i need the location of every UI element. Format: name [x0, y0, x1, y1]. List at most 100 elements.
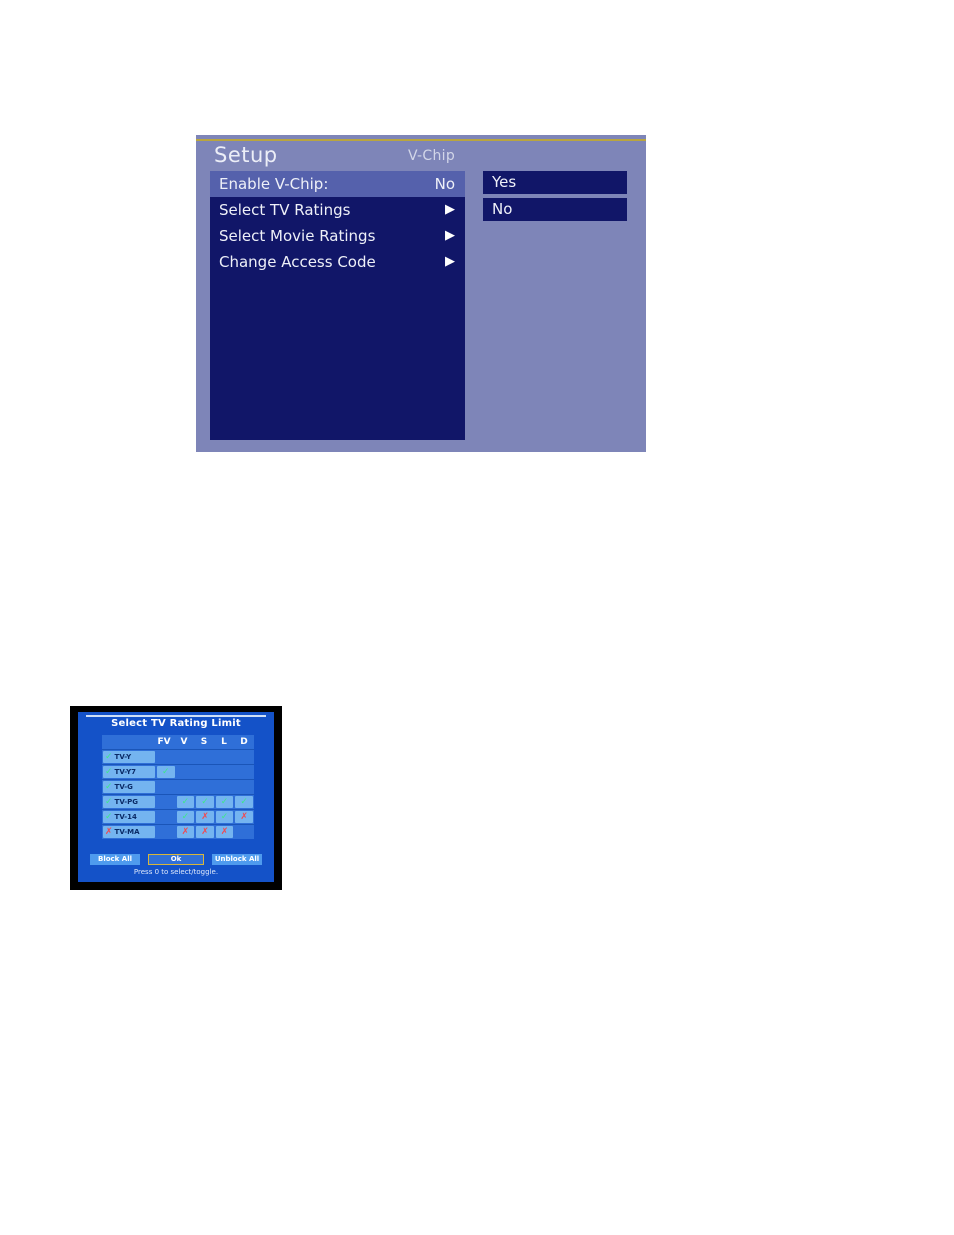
rating-row[interactable]: ✗ TV-MA ✗ ✗ ✗ — [102, 824, 254, 839]
x-icon: ✗ — [201, 812, 209, 822]
x-icon: ✗ — [240, 812, 248, 822]
column-header-s: S — [200, 737, 208, 747]
rating-cell[interactable] — [216, 751, 234, 763]
check-icon: ✓ — [181, 797, 190, 807]
rating-cell[interactable]: ✗ — [235, 811, 253, 823]
block-all-button[interactable]: Block All — [90, 854, 140, 865]
option-no[interactable]: No — [483, 198, 627, 221]
menu-item-value: No — [434, 175, 455, 193]
check-icon: ✓ — [201, 797, 209, 807]
check-icon: ✓ — [105, 767, 113, 777]
rating-row-label: ✗ TV-MA — [103, 826, 155, 838]
rating-row[interactable]: ✓ TV-PG ✓ ✓ ✓ ✓ — [102, 794, 254, 809]
rating-cell[interactable] — [157, 751, 175, 763]
column-header-l: L — [221, 737, 227, 747]
check-icon: ✓ — [105, 782, 113, 792]
rating-cell[interactable] — [196, 751, 214, 763]
check-icon: ✓ — [105, 752, 113, 762]
rating-label-text: TV-Y — [114, 753, 132, 761]
rating-cell[interactable] — [196, 766, 214, 778]
menu-item-label: Change Access Code — [219, 253, 376, 271]
rating-cell[interactable] — [157, 826, 175, 838]
rating-cell[interactable] — [157, 796, 175, 808]
check-icon: ✓ — [240, 797, 248, 807]
rating-screen-title: Select TV Rating Limit — [111, 718, 241, 729]
rating-cell[interactable] — [235, 766, 253, 778]
column-header-d: D — [240, 737, 248, 747]
rating-cell[interactable]: ✓ — [157, 766, 175, 778]
menu-item-label: Enable V-Chip: — [219, 175, 329, 193]
chevron-right-icon: ▶ — [445, 202, 455, 217]
rating-cell[interactable] — [216, 781, 234, 793]
rating-cell[interactable] — [177, 766, 195, 778]
rating-grid: FV V S L D ✓ TV-Y ✓ TV-Y7 ✓ ✓ TV-G ✓ TV-PG ✓ ✓ ✓ ✓ ✓ T… — [102, 735, 254, 839]
menu-item-select-movie-ratings[interactable]: Select Movie Ratings ▶ — [210, 223, 465, 249]
menu-item-label: Select Movie Ratings — [219, 227, 376, 245]
rating-cell[interactable] — [157, 811, 175, 823]
check-icon: ✓ — [220, 812, 229, 822]
rating-label-text: TV-14 — [114, 813, 137, 821]
rating-label-text: TV-MA — [114, 828, 140, 836]
unblock-all-button[interactable]: Unblock All — [212, 854, 262, 865]
rating-row[interactable]: ✓ TV-Y7 ✓ — [102, 764, 254, 779]
tv-rating-limit-photo: Select TV Rating Limit FV V S L D ✓ TV-Y ✓… — [70, 706, 282, 890]
x-icon: ✗ — [105, 827, 113, 837]
rating-grid-header: FV V S L D — [102, 735, 254, 749]
x-icon: ✗ — [220, 827, 229, 837]
rating-row[interactable]: ✓ TV-G — [102, 779, 254, 794]
rating-cell[interactable] — [235, 751, 253, 763]
screen-top-rule — [86, 715, 266, 717]
rating-cell[interactable] — [177, 781, 195, 793]
rating-cell[interactable]: ✓ — [215, 811, 234, 823]
setup-menu-list: Enable V-Chip: No Select TV Ratings ▶ Se… — [210, 171, 465, 440]
enable-vchip-option-list: Yes No — [483, 171, 627, 225]
rating-cell[interactable]: ✓ — [196, 796, 214, 808]
x-icon: ✗ — [181, 827, 190, 837]
check-icon: ✓ — [105, 797, 113, 807]
check-icon: ✓ — [181, 812, 190, 822]
rating-cell[interactable] — [235, 826, 253, 838]
chevron-right-icon: ▶ — [445, 228, 455, 243]
menu-item-change-access-code[interactable]: Change Access Code ▶ — [210, 249, 465, 275]
rating-row-label: ✓ TV-14 — [103, 811, 155, 823]
check-icon: ✓ — [162, 767, 170, 777]
rating-label-text: TV-G — [114, 783, 133, 791]
rating-row-label: ✓ TV-Y — [103, 751, 155, 763]
rating-cell[interactable] — [196, 781, 214, 793]
grid-corner-spacer — [102, 735, 154, 749]
rating-row-label: ✓ TV-PG — [103, 796, 155, 808]
rating-screen-hint: Press 0 to select/toggle. — [133, 868, 219, 876]
rating-row[interactable]: ✓ TV-14 ✓ ✗ ✓ ✗ — [102, 809, 254, 824]
rating-label-text: TV-PG — [114, 798, 139, 806]
check-icon: ✓ — [105, 812, 113, 822]
page-title: Setup — [214, 143, 278, 167]
rating-cell[interactable] — [216, 766, 234, 778]
x-icon: ✗ — [201, 827, 209, 837]
rating-cell[interactable]: ✗ — [215, 826, 234, 838]
rating-cell[interactable]: ✓ — [176, 811, 195, 823]
page-subtitle: V-Chip — [408, 148, 456, 164]
rating-row[interactable]: ✓ TV-Y — [102, 749, 254, 764]
rating-cell[interactable]: ✓ — [235, 796, 253, 808]
rating-cell[interactable] — [235, 781, 253, 793]
rating-label-text: TV-Y7 — [114, 768, 137, 776]
panel-title-bar: Setup V-Chip — [196, 143, 646, 173]
menu-item-enable-vchip[interactable]: Enable V-Chip: No — [210, 171, 465, 197]
rating-cell[interactable] — [177, 751, 195, 763]
menu-item-select-tv-ratings[interactable]: Select TV Ratings ▶ — [210, 197, 465, 223]
rating-cell[interactable]: ✗ — [196, 811, 214, 823]
rating-cell[interactable] — [157, 781, 175, 793]
vchip-setup-panel: Setup V-Chip Enable V-Chip: No Select TV… — [196, 135, 646, 452]
check-icon: ✓ — [220, 797, 229, 807]
rating-screen-buttons: Block All Ok Unblock All — [90, 854, 262, 865]
rating-row-label: ✓ TV-G — [103, 781, 155, 793]
rating-cell[interactable]: ✓ — [176, 796, 195, 808]
tv-screen: Select TV Rating Limit FV V S L D ✓ TV-Y ✓… — [78, 712, 274, 882]
option-yes[interactable]: Yes — [483, 171, 627, 194]
ok-button[interactable]: Ok — [148, 854, 204, 865]
chevron-right-icon: ▶ — [445, 254, 455, 269]
menu-item-label: Select TV Ratings — [219, 201, 351, 219]
rating-cell[interactable]: ✗ — [196, 826, 214, 838]
rating-cell[interactable]: ✓ — [215, 796, 234, 808]
rating-cell[interactable]: ✗ — [176, 826, 195, 838]
